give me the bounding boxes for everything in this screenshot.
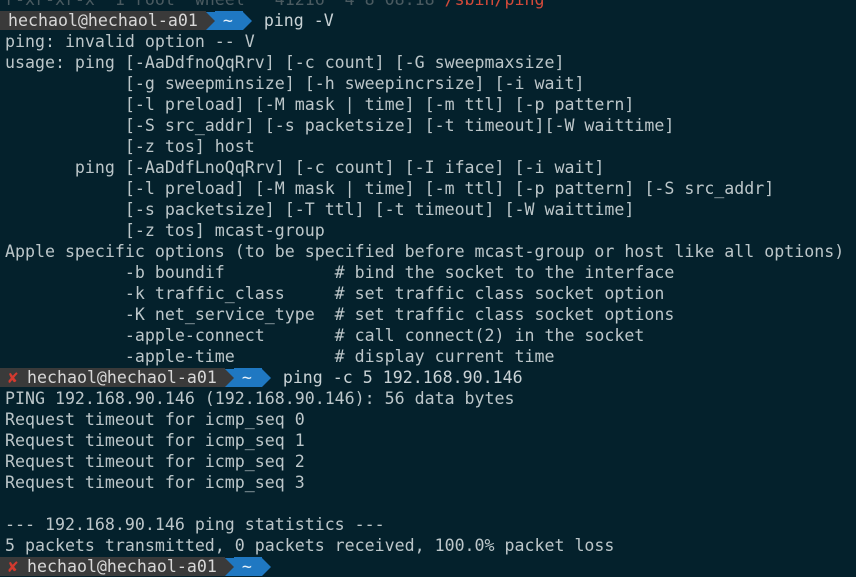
output-line: [-l preload] [-M mask | time] [-m ttl] [… <box>5 95 635 114</box>
prompt-dir-segment: ~ <box>214 11 243 30</box>
prompt-user-text: hechaol@hechaol-a01 <box>27 557 217 576</box>
prompt-user-segment: ✘ hechaol@hechaol-a01 <box>0 368 225 387</box>
output-line: Request timeout for icmp_seq 3 <box>5 473 305 492</box>
shell-prompt-1: hechaol@hechaol-a01 ~ ping -V <box>0 10 856 31</box>
ping-result-output: PING 192.168.90.146 (192.168.90.146): 56… <box>0 388 856 556</box>
output-line: [-s packetsize] [-T ttl] [-t timeout] [-… <box>5 200 635 219</box>
output-line: -K net_service_type # set traffic class … <box>5 305 675 324</box>
output-line: [-z tos] mcast-group <box>5 221 325 240</box>
prompt-command: ping -V <box>263 11 334 30</box>
prompt-dir-segment: ~ <box>233 368 262 387</box>
output-line: [-g sweepminsize] [-h sweepincrsize] [-i… <box>5 74 585 93</box>
powerline-separator-icon <box>261 557 271 576</box>
output-line: Apple specific options (to be specified … <box>5 242 845 261</box>
output-line: -apple-connect # call connect(2) in the … <box>5 326 645 345</box>
output-line: [-l preload] [-M mask | time] [-m ttl] [… <box>5 179 775 198</box>
terminal-window[interactable]: r-xr-xr-x 1 root wheel 41216 4 8 08:18 /… <box>0 0 856 577</box>
output-line: -k traffic_class # set traffic class soc… <box>5 284 665 303</box>
powerline-separator-icon <box>205 11 215 30</box>
previous-output-line: r-xr-xr-x 1 root wheel 41216 4 8 08:18 /… <box>0 0 856 10</box>
prompt-command: ping -c 5 192.168.90.146 <box>282 368 523 387</box>
prompt-user-segment: hechaol@hechaol-a01 <box>0 11 206 30</box>
powerline-separator-icon <box>261 368 271 387</box>
powerline-separator-icon <box>224 368 234 387</box>
prompt-dir-segment: ~ <box>233 557 262 576</box>
previous-output-text: r-xr-xr-x 1 root wheel 41216 4 8 08:18 <box>5 0 445 9</box>
output-line: [-z tos] host <box>5 137 255 156</box>
output-line: 5 packets transmitted, 0 packets receive… <box>5 536 615 555</box>
shell-prompt-3[interactable]: ✘ hechaol@hechaol-a01 ~ <box>0 556 856 577</box>
output-line: Request timeout for icmp_seq 1 <box>5 431 305 450</box>
powerline-separator-icon <box>224 557 234 576</box>
prompt-user-text: hechaol@hechaol-a01 <box>8 11 198 30</box>
prompt-user-text: hechaol@hechaol-a01 <box>27 368 217 387</box>
output-line: --- 192.168.90.146 ping statistics --- <box>5 515 385 534</box>
output-line: -b boundif # bind the socket to the inte… <box>5 263 675 282</box>
output-line: [-S src_addr] [-s packetsize] [-t timeou… <box>5 116 675 135</box>
output-line: PING 192.168.90.146 (192.168.90.146): 56… <box>5 389 515 408</box>
prompt-user-segment: ✘ hechaol@hechaol-a01 <box>0 557 225 576</box>
output-line: -apple-time # display current time <box>5 347 555 366</box>
powerline-separator-icon <box>242 11 252 30</box>
output-line: ping [-AaDdfLnoQqRrv] [-c count] [-I ifa… <box>5 158 605 177</box>
error-status-icon: ✘ <box>8 557 18 576</box>
error-status-icon: ✘ <box>8 368 18 387</box>
output-line: Request timeout for icmp_seq 0 <box>5 410 305 429</box>
ping-usage-output: ping: invalid option -- V usage: ping [-A… <box>0 31 856 367</box>
output-line: usage: ping [-AaDdfnoQqRrv] [-c count] [… <box>5 53 565 72</box>
output-line: ping: invalid option -- V <box>5 32 255 51</box>
output-line: Request timeout for icmp_seq 2 <box>5 452 305 471</box>
ping-path-highlight: /sbin/ping <box>445 0 545 9</box>
shell-prompt-2: ✘ hechaol@hechaol-a01 ~ ping -c 5 192.168… <box>0 367 856 388</box>
